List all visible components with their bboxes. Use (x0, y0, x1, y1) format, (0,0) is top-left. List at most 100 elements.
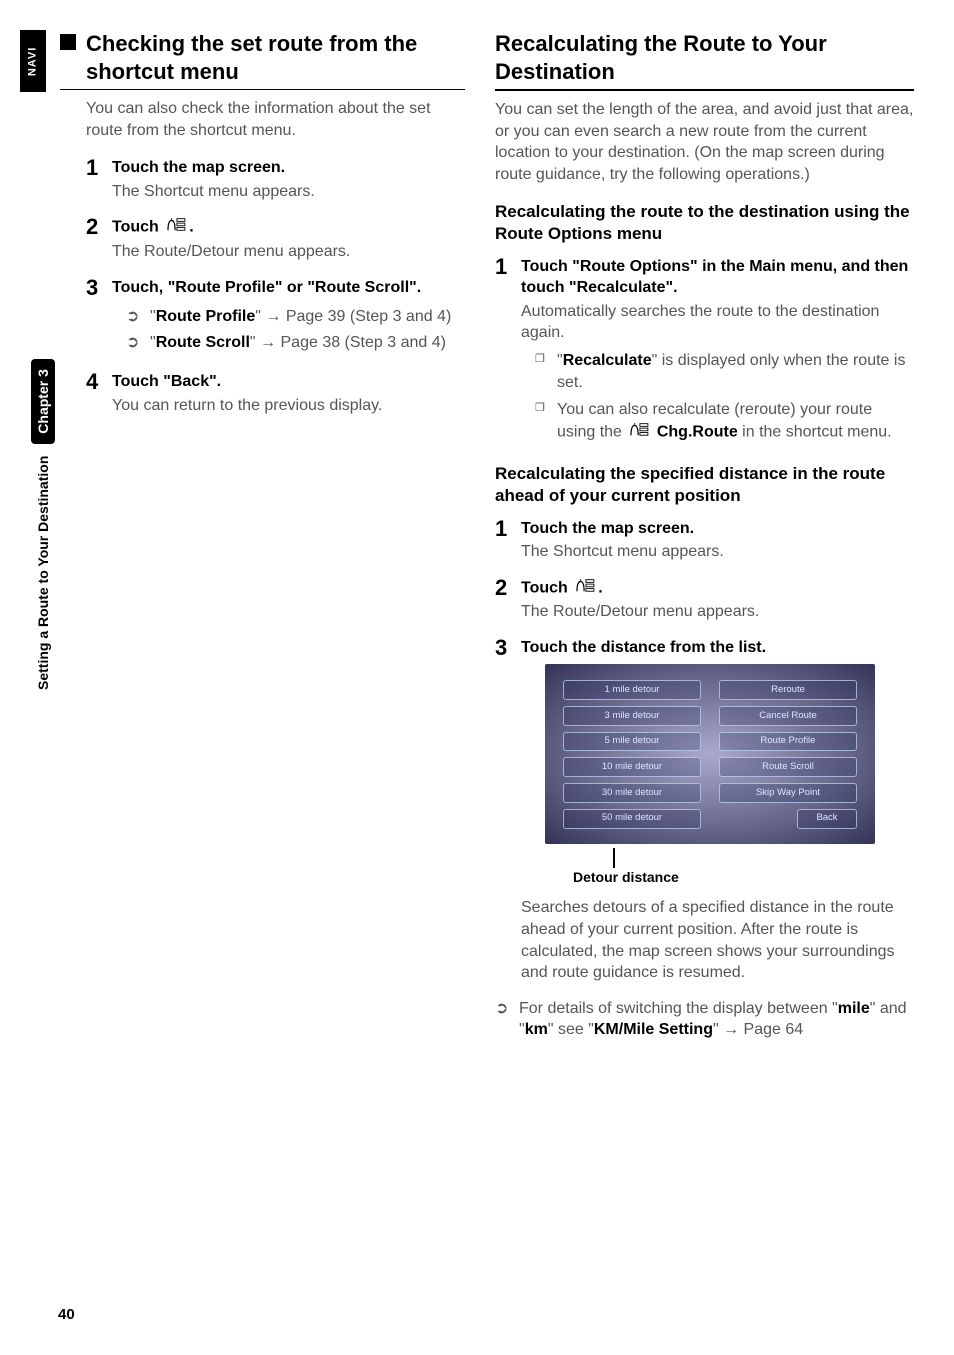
sublink-row: ➲ "Route Scroll" → Page 38 (Step 3 and 4… (126, 332, 465, 354)
right-step: 1 Touch the map screen. The Shortcut men… (495, 518, 914, 563)
note-row: ❐ "Recalculate" is displayed only when t… (535, 350, 914, 393)
link-b2: km (525, 1021, 548, 1038)
shot-button-route-profile[interactable]: Route Profile (719, 732, 857, 752)
step-bold: Touch the distance from the list. (521, 637, 914, 659)
step-body: Touch the distance from the list. 1 mile… (521, 637, 914, 984)
right-column: Recalculating the Route to Your Destinat… (495, 30, 914, 1041)
left-step: 2 Touch . The Route/Detour menu appears. (60, 216, 465, 262)
after-shot-text: Searches detours of a specified distance… (521, 897, 914, 983)
step-body: Touch the map screen. The Shortcut menu … (112, 157, 465, 202)
note-bold: Chg.Route (657, 423, 738, 440)
step-body: Touch "Back". You can return to the prev… (112, 371, 465, 416)
shot-button[interactable]: 50 mile detour (563, 809, 701, 829)
note-bullet: ❐ (535, 350, 549, 393)
step-number: 3 (86, 277, 104, 358)
sublink-list: ➲ "Route Profile" → Page 39 (Step 3 and … (126, 306, 465, 353)
shot-button[interactable]: 5 mile detour (563, 732, 701, 752)
note-row: ❐ You can also recalculate (reroute) you… (535, 399, 914, 443)
step-body: Touch "Route Options" in the Main menu, … (521, 256, 914, 450)
link-b3: KM/Mile Setting (594, 1021, 713, 1038)
step-bold: Touch the map screen. (521, 518, 914, 540)
shot-button[interactable]: 1 mile detour (563, 680, 701, 700)
shot-caption: Detour distance (573, 868, 914, 887)
step-body: Touch . The Route/Detour menu appears. (112, 216, 465, 262)
note-post: in the shortcut menu. (738, 423, 892, 440)
step-after: The Shortcut menu appears. (521, 541, 914, 563)
step-number: 3 (495, 637, 513, 984)
step-after: The Shortcut menu appears. (112, 181, 465, 203)
step-bold: Touch . (112, 216, 465, 239)
sublink-text: "Route Profile" → Page 39 (Step 3 and 4) (150, 306, 451, 328)
step-number: 1 (86, 157, 104, 202)
right-step: 1 Touch "Route Options" in the Main menu… (495, 256, 914, 450)
shot-button-reroute[interactable]: Reroute (719, 680, 857, 700)
shot-button-skip-waypoint[interactable]: Skip Way Point (719, 783, 857, 803)
page-number: 40 (58, 1305, 75, 1325)
side-label-text: Setting a Route to Your Destination (35, 456, 51, 690)
navi-rail: NAVI (20, 30, 46, 92)
shot-button-cancel-route[interactable]: Cancel Route (719, 706, 857, 726)
shot-button-back[interactable]: Back (797, 809, 857, 829)
sublink-label: Route Profile (156, 308, 256, 325)
step-after: Automatically searches the route to the … (521, 301, 914, 344)
link-bullet: ➲ (126, 332, 142, 354)
bottom-link-row: ➲ For details of switching the display b… (495, 998, 914, 1041)
shot-right-col: Reroute Cancel Route Route Profile Route… (719, 680, 857, 828)
shot-button-route-scroll[interactable]: Route Scroll (719, 757, 857, 777)
route-detour-icon (574, 577, 596, 600)
navi-rail-text: NAVI (26, 46, 41, 75)
link-bullet: ➲ (126, 306, 142, 328)
step-bold: Touch the map screen. (112, 157, 465, 179)
step-bold-pre: Touch (112, 219, 163, 236)
page-body: Checking the set route from the shortcut… (0, 0, 954, 1061)
step-after: The Route/Detour menu appears. (112, 241, 465, 263)
link-pre: For details of switching the display bet… (519, 1000, 838, 1017)
route-detour-icon (628, 421, 650, 444)
step-number: 2 (495, 577, 513, 623)
note-list: ❐ "Recalculate" is displayed only when t… (535, 350, 914, 443)
callout-line (613, 848, 615, 868)
left-step: 4 Touch "Back". You can return to the pr… (60, 371, 465, 416)
step-bold: Touch "Route Options" in the Main menu, … (521, 256, 914, 299)
step-bold: Touch . (521, 577, 914, 600)
side-label-chapter: Chapter 3 (31, 359, 55, 444)
step-bold: Touch "Back". (112, 371, 465, 393)
step-after: The Route/Detour menu appears. (521, 601, 914, 623)
link-bullet: ➲ (495, 998, 511, 1041)
left-heading: Checking the set route from the shortcut… (60, 30, 465, 90)
step-body: Touch the map screen. The Shortcut menu … (521, 518, 914, 563)
step-body: Touch, "Route Profile" or "Route Scroll"… (112, 277, 465, 358)
note-text: "Recalculate" is displayed only when the… (557, 350, 914, 393)
note-bold: Recalculate (563, 352, 652, 369)
right-step: 2 Touch . The Route/Detour menu appears. (495, 577, 914, 623)
shot-button[interactable]: 3 mile detour (563, 706, 701, 726)
note-text: You can also recalculate (reroute) your … (557, 399, 914, 443)
sub2-heading: Recalculating the specified distance in … (495, 463, 914, 507)
left-step: 1 Touch the map screen. The Shortcut men… (60, 157, 465, 202)
shot-button[interactable]: 30 mile detour (563, 783, 701, 803)
step-number: 1 (495, 518, 513, 563)
shot-button[interactable]: 10 mile detour (563, 757, 701, 777)
link-text: For details of switching the display bet… (519, 998, 914, 1041)
right-step: 3 Touch the distance from the list. 1 mi… (495, 637, 914, 984)
step-bold-post: . (598, 579, 602, 596)
step-bold-post: . (189, 219, 193, 236)
step-after: You can return to the previous display. (112, 395, 465, 417)
sublink-row: ➲ "Route Profile" → Page 39 (Step 3 and … (126, 306, 465, 328)
right-heading: Recalculating the Route to Your Destinat… (495, 30, 914, 91)
sub1-heading: Recalculating the route to the destinati… (495, 201, 914, 245)
step-number: 2 (86, 216, 104, 262)
detour-screenshot: 1 mile detour 3 mile detour 5 mile detou… (545, 664, 875, 844)
link-mid2: " see " (548, 1021, 594, 1038)
route-detour-icon (165, 216, 187, 239)
step-number: 1 (495, 256, 513, 450)
sublink-label: Route Scroll (156, 334, 250, 351)
sublink-tail: → Page 39 (Step 3 and 4) (261, 308, 451, 325)
left-step: 3 Touch, "Route Profile" or "Route Scrol… (60, 277, 465, 358)
step-number: 4 (86, 371, 104, 416)
step-bold-pre: Touch (521, 579, 572, 596)
link-tail: " → Page 64 (713, 1021, 803, 1038)
right-intro: You can set the length of the area, and … (495, 99, 914, 185)
left-column: Checking the set route from the shortcut… (60, 30, 465, 1041)
side-chapter-label: Setting a Route to Your Destination Chap… (34, 359, 53, 690)
